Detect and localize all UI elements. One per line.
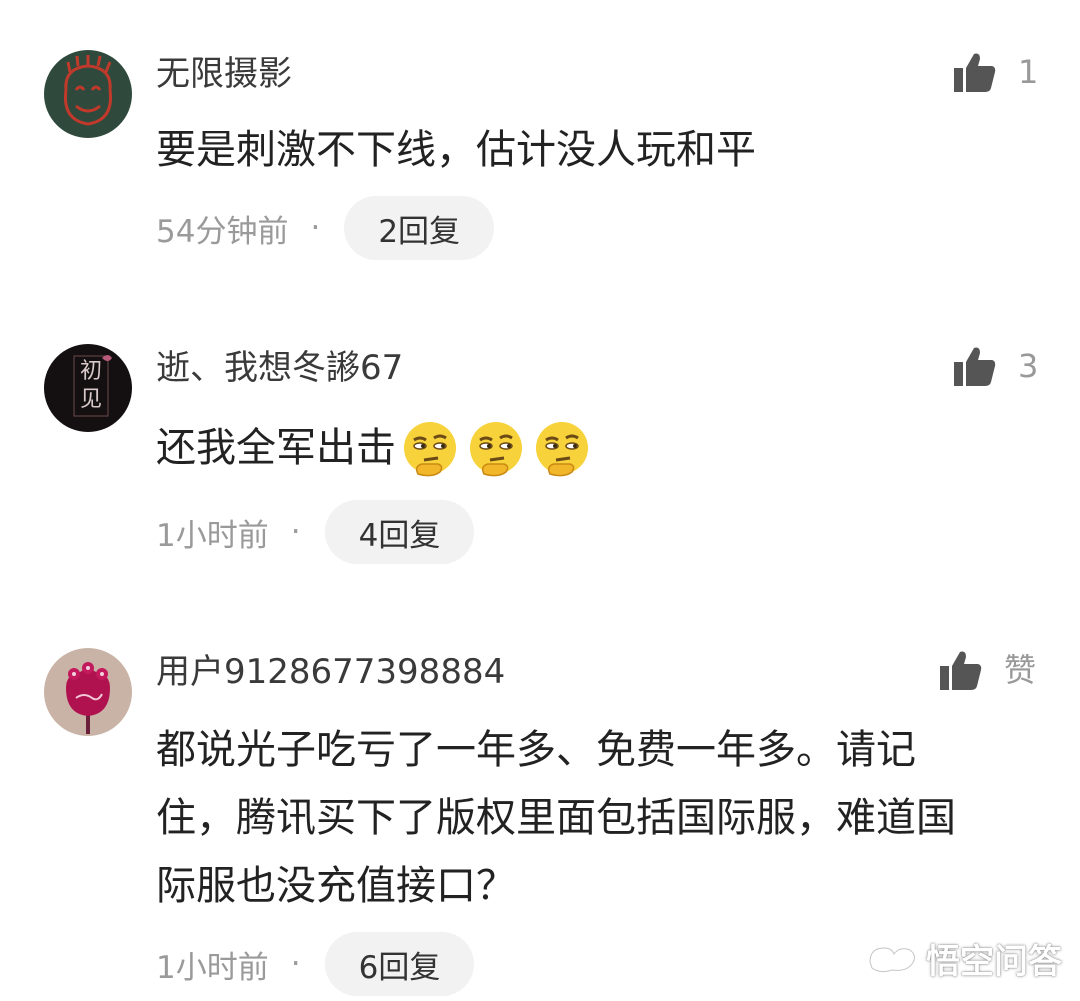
comment-text: 还我全军出击 <box>156 414 1036 482</box>
like-count: 1 <box>1018 53 1039 91</box>
thumbs-up-icon <box>954 347 996 386</box>
separator-dot: · <box>290 946 301 982</box>
reply-button[interactable]: 2回复 <box>344 196 495 260</box>
avatar-text: 初见 <box>80 359 103 412</box>
timestamp: 54分钟前 <box>156 213 289 250</box>
like-button[interactable]: 1 <box>954 50 1038 94</box>
username[interactable]: 无限摄影 <box>156 52 292 96</box>
username[interactable]: 逝、我想冬謻67 <box>156 346 403 390</box>
timestamp: 1小时前 <box>156 517 269 554</box>
comment-text-line: 际服也没充值接口？ <box>156 863 516 909</box>
comment-item: 无限摄影 1 要是刺激不下线，估计没人玩和平 54分钟前 · 2回复 <box>0 50 1080 270</box>
avatar[interactable] <box>44 648 132 736</box>
like-button[interactable]: 3 <box>954 344 1038 388</box>
watermark-text: 悟空问答 <box>926 942 1062 982</box>
comment-meta: 1小时前 · 4回复 <box>156 500 475 564</box>
reply-button[interactable]: 6回复 <box>324 932 475 996</box>
username[interactable]: 用户9128677398884 <box>156 650 505 694</box>
wukong-logo-icon <box>868 945 917 973</box>
avatar[interactable] <box>44 50 132 138</box>
like-button[interactable]: 赞 <box>940 648 1036 692</box>
like-count: 3 <box>1018 347 1039 385</box>
separator-dot: · <box>290 514 301 550</box>
thinking-face-emoji <box>470 422 522 477</box>
watermark: 悟空问答 <box>866 934 1062 983</box>
like-label: 赞 <box>1004 651 1037 689</box>
thumbs-up-icon <box>954 53 996 92</box>
timestamp: 1小时前 <box>156 949 269 986</box>
comment-text-body: 还我全军出击 <box>156 425 396 471</box>
separator-dot: · <box>310 210 321 246</box>
thumbs-up-icon <box>940 651 982 690</box>
comment-text-line: 都说光子吃亏了一年多、免费一年多。请记 <box>156 727 916 773</box>
comment-meta: 1小时前 · 6回复 <box>156 932 475 996</box>
comment-text: 都说光子吃亏了一年多、免费一年多。请记 住，腾讯买下了版权里面包括国际服，难道国… <box>156 716 1036 920</box>
thinking-face-emoji <box>404 422 456 477</box>
reply-button[interactable]: 4回复 <box>324 500 475 564</box>
comment-text: 要是刺激不下线，估计没人玩和平 <box>156 127 756 173</box>
comment-item: 初见 逝、我想冬謻67 3 还我全军出击 1小时前 · 4回复 <box>0 344 1080 574</box>
avatar[interactable]: 初见 <box>44 344 132 432</box>
comment-meta: 54分钟前 · 2回复 <box>156 196 495 260</box>
comment-text-line: 住，腾讯买下了版权里面包括国际服，难道国 <box>156 795 956 841</box>
thinking-face-emoji <box>536 422 588 477</box>
